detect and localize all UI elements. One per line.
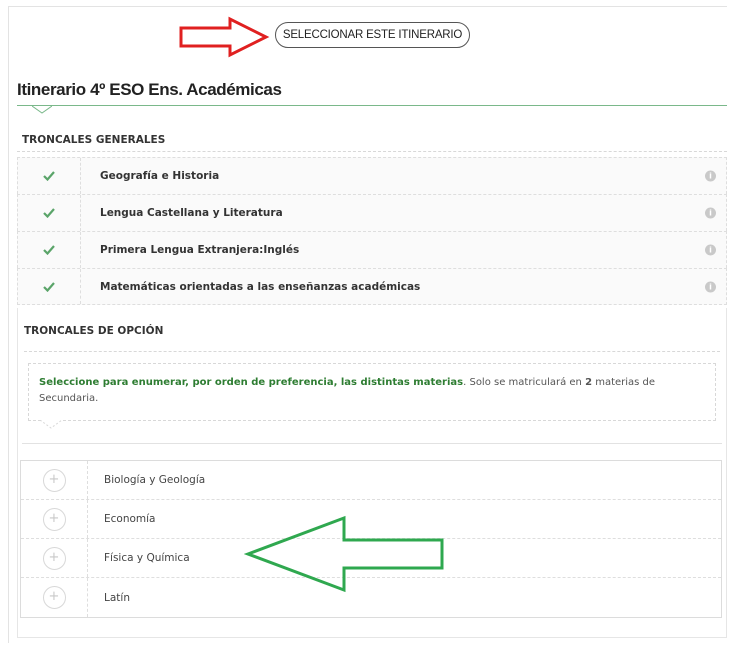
option-label: Economía: [104, 513, 156, 525]
list-item: Matemáticas orientadas a las enseñanzas …: [17, 268, 727, 305]
select-itinerary-button[interactable]: SELECCIONAR ESTE ITINERARIO: [275, 22, 470, 48]
red-annotation-arrow: [179, 16, 270, 58]
section-divider: [17, 151, 727, 152]
add-cell: +: [21, 500, 88, 538]
troncales-opcion-heading: TRONCALES DE OPCIÓN: [24, 325, 164, 337]
plus-circle-icon[interactable]: +: [42, 586, 66, 609]
add-cell: +: [21, 539, 88, 577]
list-item: Primera Lengua Extranjera:Inglés i: [17, 231, 727, 268]
check-icon: [18, 195, 81, 231]
troncales-generales-heading: TRONCALES GENERALES: [22, 134, 166, 146]
option-label: Latín: [104, 591, 130, 604]
selection-notice: Seleccione para enumerar, por orden de p…: [28, 363, 716, 421]
check-icon: [18, 232, 81, 268]
title-divider-notch: [32, 106, 52, 114]
notice-count: 2: [585, 377, 593, 388]
subject-label: Matemáticas orientadas a las enseñanzas …: [100, 280, 421, 293]
subject-label: Geografía e Historia: [100, 170, 220, 182]
info-icon[interactable]: i: [705, 207, 716, 219]
page-title: Itinerario 4º ESO Ens. Académicas: [17, 80, 282, 99]
list-item: Geografía e Historia i: [17, 157, 727, 194]
plus-circle-icon[interactable]: +: [42, 468, 66, 492]
info-icon[interactable]: i: [705, 281, 716, 292]
check-icon: [18, 158, 81, 194]
option-label: Física y Química: [104, 552, 190, 564]
subject-label: Primera Lengua Extranjera:Inglés: [100, 244, 300, 256]
option-label: Biología y Geología: [104, 474, 206, 486]
troncales-generales-list: Geografía e Historia i Lengua Castellana…: [17, 157, 727, 305]
check-icon: [18, 269, 81, 304]
notice-bold-text: Seleccione para enumerar, por orden de p…: [39, 377, 464, 388]
list-item: Lengua Castellana y Literatura i: [17, 194, 727, 231]
plus-circle-icon[interactable]: +: [42, 507, 66, 531]
title-divider: [17, 105, 727, 106]
plus-circle-icon[interactable]: +: [42, 546, 66, 570]
info-icon[interactable]: i: [705, 244, 716, 256]
subject-label: Lengua Castellana y Literatura: [100, 207, 283, 219]
info-icon[interactable]: i: [705, 170, 716, 182]
add-cell: +: [21, 578, 88, 617]
divider: [22, 443, 722, 444]
add-cell: +: [21, 461, 88, 499]
notice-tail: [40, 420, 62, 429]
section-divider: [24, 351, 720, 352]
list-item[interactable]: + Biología y Geología: [21, 461, 721, 500]
notice-text: . Solo se matriculará en: [463, 377, 586, 388]
green-annotation-arrow: [244, 515, 444, 593]
